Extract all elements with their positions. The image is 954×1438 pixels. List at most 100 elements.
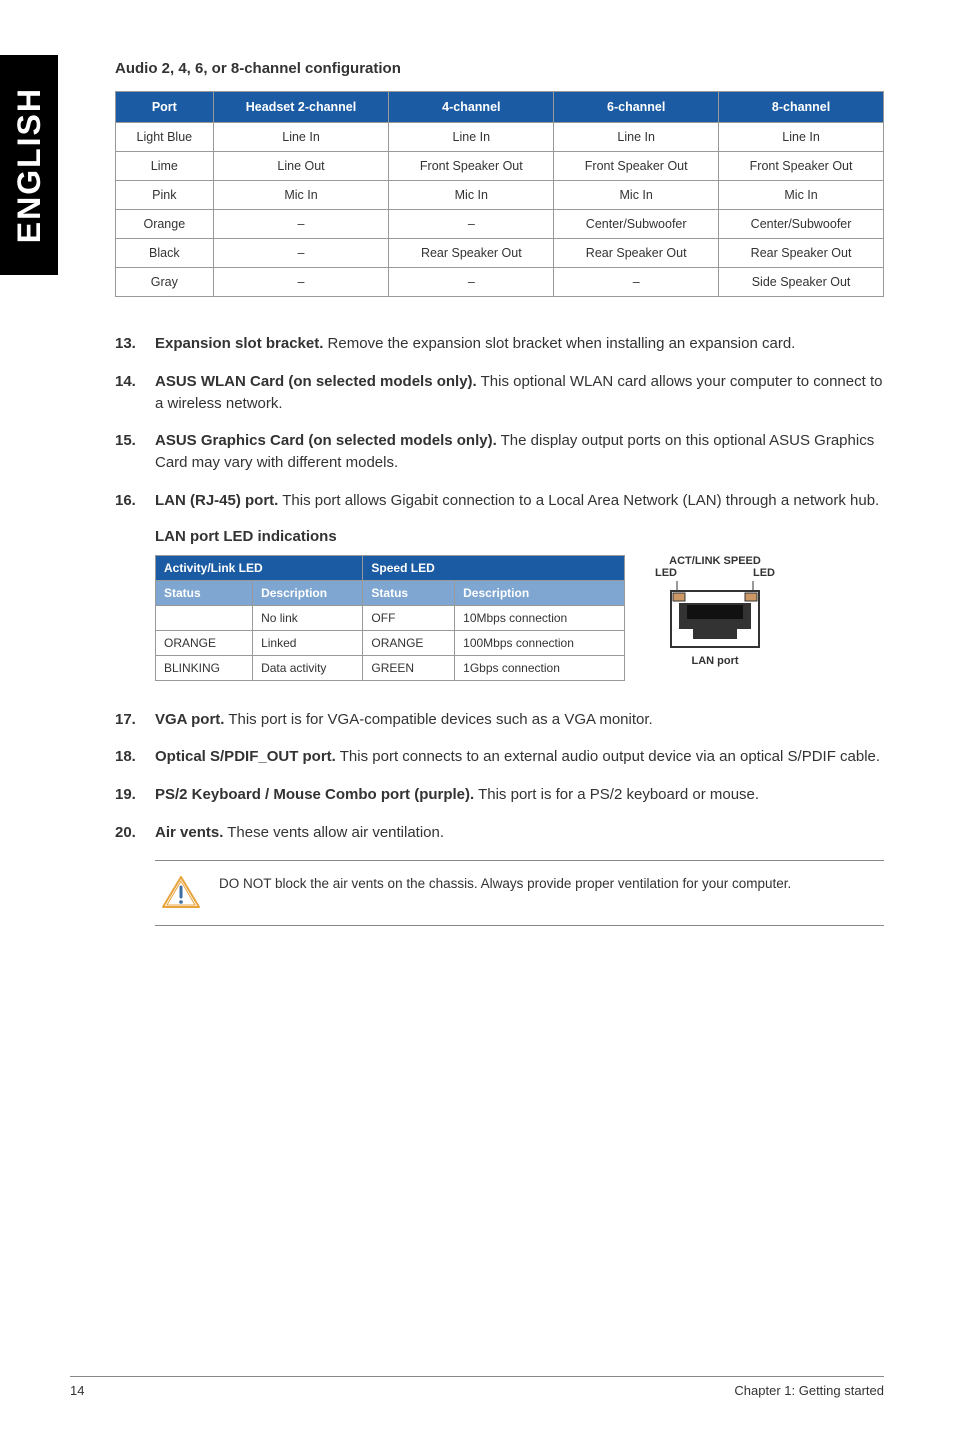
item-text: VGA port. This port is for VGA-compatibl…: [155, 709, 884, 731]
table-row: No linkOFF10Mbps connection: [156, 605, 625, 630]
cell: OFF: [363, 605, 455, 630]
lan-led-table: Activity/Link LED Speed LED Status Descr…: [155, 555, 625, 681]
cell: Line Out: [213, 152, 389, 181]
list-item: 16.LAN (RJ-45) port. This port allows Gi…: [115, 490, 884, 512]
item-number: 17.: [115, 709, 155, 731]
subhead-desc: Description: [455, 580, 625, 605]
th-6ch: 6-channel: [554, 92, 719, 123]
cell: Data activity: [253, 655, 363, 680]
cell: Front Speaker Out: [389, 152, 554, 181]
list-item: 15.ASUS Graphics Card (on selected model…: [115, 430, 884, 474]
cell: Lime: [116, 152, 214, 181]
subhead-status: Status: [156, 580, 253, 605]
cell: BLINKING: [156, 655, 253, 680]
th-4ch: 4-channel: [389, 92, 554, 123]
lan-port-diagram: ACT/LINK SPEED LED LED LAN port: [655, 555, 775, 667]
th-speed: Speed LED: [363, 555, 625, 580]
page-footer: 14 Chapter 1: Getting started: [70, 1376, 884, 1398]
list-item: 19.PS/2 Keyboard / Mouse Combo port (pur…: [115, 784, 884, 806]
th-8ch: 8-channel: [719, 92, 884, 123]
cell: Front Speaker Out: [719, 152, 884, 181]
item-bold: Air vents.: [155, 824, 223, 841]
table-header-row: Port Headset 2-channel 4-channel 6-chann…: [116, 92, 884, 123]
diagram-led-labels: LED LED: [655, 567, 775, 579]
item-text: ASUS WLAN Card (on selected models only)…: [155, 371, 884, 415]
cell: Line In: [389, 123, 554, 152]
caution-icon: [161, 875, 201, 911]
cell: –: [554, 268, 719, 297]
th-activity: Activity/Link LED: [156, 555, 363, 580]
cell: 10Mbps connection: [455, 605, 625, 630]
page-content: Audio 2, 4, 6, or 8-channel configuratio…: [0, 0, 954, 966]
cell: Black: [116, 239, 214, 268]
table-row: ORANGELinkedORANGE100Mbps connection: [156, 630, 625, 655]
cell: Orange: [116, 210, 214, 239]
cell: Line In: [719, 123, 884, 152]
diagram-bottom-label: LAN port: [655, 655, 775, 667]
item-text: PS/2 Keyboard / Mouse Combo port (purple…: [155, 784, 884, 806]
cell: Pink: [116, 181, 214, 210]
item-text: Air vents. These vents allow air ventila…: [155, 822, 884, 844]
list-item: 18.Optical S/PDIF_OUT port. This port co…: [115, 746, 884, 768]
cell: Mic In: [554, 181, 719, 210]
list-block-1: 13.Expansion slot bracket. Remove the ex…: [115, 333, 884, 512]
cell: GREEN: [363, 655, 455, 680]
cell: Center/Subwoofer: [554, 210, 719, 239]
item-bold: PS/2 Keyboard / Mouse Combo port (purple…: [155, 786, 474, 803]
item-rest: This port is for a PS/2 keyboard or mous…: [474, 786, 759, 803]
table-row: Gray–––Side Speaker Out: [116, 268, 884, 297]
cell: [156, 605, 253, 630]
cell: Line In: [213, 123, 389, 152]
list-item: 14.ASUS WLAN Card (on selected models on…: [115, 371, 884, 415]
cell: Rear Speaker Out: [389, 239, 554, 268]
cell: Side Speaker Out: [719, 268, 884, 297]
cell: Mic In: [213, 181, 389, 210]
item-rest: Remove the expansion slot bracket when i…: [323, 335, 795, 352]
lan-led-title: LAN port LED indications: [155, 528, 884, 545]
item-number: 13.: [115, 333, 155, 355]
led-label-left: LED: [655, 567, 677, 579]
item-bold: ASUS Graphics Card (on selected models o…: [155, 432, 497, 449]
table-row: PinkMic InMic InMic InMic In: [116, 181, 884, 210]
cell: Line In: [554, 123, 719, 152]
language-tab: ENGLISH: [0, 55, 58, 275]
audio-config-table: Port Headset 2-channel 4-channel 6-chann…: [115, 91, 884, 297]
item-number: 18.: [115, 746, 155, 768]
cell: –: [213, 239, 389, 268]
item-number: 20.: [115, 822, 155, 844]
item-number: 14.: [115, 371, 155, 415]
subhead-status: Status: [363, 580, 455, 605]
rj45-port-icon: [665, 581, 765, 651]
item-bold: ASUS WLAN Card (on selected models only)…: [155, 373, 477, 390]
cell: ORANGE: [156, 630, 253, 655]
item-text: Expansion slot bracket. Remove the expan…: [155, 333, 884, 355]
cell: Rear Speaker Out: [719, 239, 884, 268]
table-subheader-row: Status Description Status Description: [156, 580, 625, 605]
diagram-top-label: ACT/LINK SPEED: [655, 555, 775, 567]
th-headset: Headset 2-channel: [213, 92, 389, 123]
table-row: Black–Rear Speaker OutRear Speaker OutRe…: [116, 239, 884, 268]
cell: –: [213, 268, 389, 297]
cell: No link: [253, 605, 363, 630]
item-text: LAN (RJ-45) port. This port allows Gigab…: [155, 490, 884, 512]
table-row: BLINKINGData activityGREEN1Gbps connecti…: [156, 655, 625, 680]
item-bold: Optical S/PDIF_OUT port.: [155, 748, 336, 765]
item-bold: Expansion slot bracket.: [155, 335, 323, 352]
lan-section: Activity/Link LED Speed LED Status Descr…: [155, 555, 884, 681]
item-text: ASUS Graphics Card (on selected models o…: [155, 430, 884, 474]
cell: ORANGE: [363, 630, 455, 655]
table-row: Light BlueLine InLine InLine InLine In: [116, 123, 884, 152]
item-number: 19.: [115, 784, 155, 806]
caution-note: DO NOT block the air vents on the chassi…: [155, 860, 884, 926]
table-header-row: Activity/Link LED Speed LED: [156, 555, 625, 580]
cell: Mic In: [719, 181, 884, 210]
list-item: 13.Expansion slot bracket. Remove the ex…: [115, 333, 884, 355]
cell: Mic In: [389, 181, 554, 210]
cell: Gray: [116, 268, 214, 297]
item-bold: LAN (RJ-45) port.: [155, 492, 278, 509]
cell: –: [389, 210, 554, 239]
page-number: 14: [70, 1383, 84, 1398]
table-row: Orange––Center/SubwooferCenter/Subwoofer: [116, 210, 884, 239]
item-rest: This port connects to an external audio …: [336, 748, 880, 765]
th-port: Port: [116, 92, 214, 123]
